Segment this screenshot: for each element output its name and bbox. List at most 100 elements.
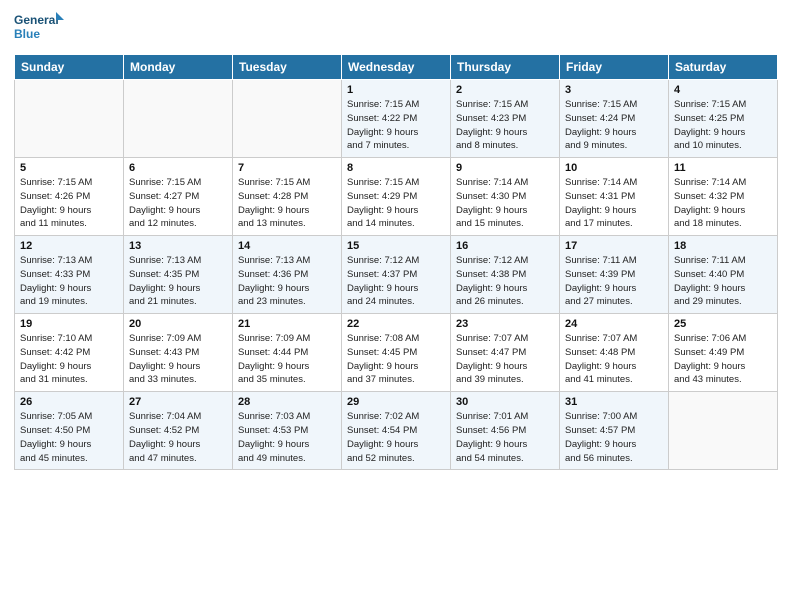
day-info: Sunrise: 7:11 AM Sunset: 4:39 PM Dayligh… (565, 254, 663, 309)
calendar-cell: 20 Sunrise: 7:09 AM Sunset: 4:43 PM Dayli… (124, 314, 233, 392)
day-info: Sunrise: 7:10 AM Sunset: 4:42 PM Dayligh… (20, 332, 118, 387)
logo: General Blue (14, 10, 64, 46)
day-info: Sunrise: 7:05 AM Sunset: 4:50 PM Dayligh… (20, 410, 118, 465)
weekday-header: Saturday (669, 55, 778, 80)
day-number: 2 (456, 84, 554, 96)
day-info: Sunrise: 7:06 AM Sunset: 4:49 PM Dayligh… (674, 332, 772, 387)
calendar-cell: 17 Sunrise: 7:11 AM Sunset: 4:39 PM Dayli… (560, 236, 669, 314)
calendar-cell: 24 Sunrise: 7:07 AM Sunset: 4:48 PM Dayli… (560, 314, 669, 392)
day-number: 23 (456, 318, 554, 330)
day-number: 20 (129, 318, 227, 330)
calendar-cell: 21 Sunrise: 7:09 AM Sunset: 4:44 PM Dayli… (233, 314, 342, 392)
day-info: Sunrise: 7:09 AM Sunset: 4:44 PM Dayligh… (238, 332, 336, 387)
calendar-cell: 3Sunrise: 7:15 AM Sunset: 4:24 PM Daylig… (560, 80, 669, 158)
day-number: 16 (456, 240, 554, 252)
day-info: Sunrise: 7:02 AM Sunset: 4:54 PM Dayligh… (347, 410, 445, 465)
calendar-cell: 9 Sunrise: 7:14 AM Sunset: 4:30 PM Daylig… (451, 158, 560, 236)
day-info: Sunrise: 7:15 AM Sunset: 4:25 PM Dayligh… (674, 98, 772, 153)
calendar-cell: 14Sunrise: 7:13 AM Sunset: 4:36 PM Dayli… (233, 236, 342, 314)
calendar-cell: 23 Sunrise: 7:07 AM Sunset: 4:47 PM Dayli… (451, 314, 560, 392)
calendar-cell: 4Sunrise: 7:15 AM Sunset: 4:25 PM Daylig… (669, 80, 778, 158)
day-number: 11 (674, 162, 772, 174)
day-number: 18 (674, 240, 772, 252)
calendar-cell: 19 Sunrise: 7:10 AM Sunset: 4:42 PM Dayli… (15, 314, 124, 392)
calendar-cell: 16 Sunrise: 7:12 AM Sunset: 4:38 PM Dayli… (451, 236, 560, 314)
calendar-week-row: 12 Sunrise: 7:13 AM Sunset: 4:33 PM Dayli… (15, 236, 778, 314)
day-number: 14 (238, 240, 336, 252)
day-number: 24 (565, 318, 663, 330)
calendar-cell: 1 Sunrise: 7:15 AM Sunset: 4:22 PM Daylig… (342, 80, 451, 158)
calendar-cell: 18 Sunrise: 7:11 AM Sunset: 4:40 PM Dayli… (669, 236, 778, 314)
calendar-week-row: 1 Sunrise: 7:15 AM Sunset: 4:22 PM Daylig… (15, 80, 778, 158)
calendar-week-row: 19 Sunrise: 7:10 AM Sunset: 4:42 PM Dayli… (15, 314, 778, 392)
day-number: 28 (238, 396, 336, 408)
day-number: 1 (347, 84, 445, 96)
weekday-header: Tuesday (233, 55, 342, 80)
day-info: Sunrise: 7:15 AM Sunset: 4:23 PM Dayligh… (456, 98, 554, 153)
day-info: Sunrise: 7:09 AM Sunset: 4:43 PM Dayligh… (129, 332, 227, 387)
day-info: Sunrise: 7:13 AM Sunset: 4:35 PM Dayligh… (129, 254, 227, 309)
weekday-header: Thursday (451, 55, 560, 80)
calendar-cell (669, 392, 778, 470)
calendar-cell: 6Sunrise: 7:15 AM Sunset: 4:27 PM Daylig… (124, 158, 233, 236)
calendar-cell (233, 80, 342, 158)
day-number: 15 (347, 240, 445, 252)
calendar-week-row: 26Sunrise: 7:05 AM Sunset: 4:50 PM Dayli… (15, 392, 778, 470)
calendar-cell: 10 Sunrise: 7:14 AM Sunset: 4:31 PM Dayli… (560, 158, 669, 236)
day-number: 7 (238, 162, 336, 174)
calendar-cell: 2 Sunrise: 7:15 AM Sunset: 4:23 PM Daylig… (451, 80, 560, 158)
weekday-header: Friday (560, 55, 669, 80)
day-info: Sunrise: 7:12 AM Sunset: 4:38 PM Dayligh… (456, 254, 554, 309)
day-number: 13 (129, 240, 227, 252)
day-number: 6 (129, 162, 227, 174)
day-number: 27 (129, 396, 227, 408)
day-number: 17 (565, 240, 663, 252)
day-number: 10 (565, 162, 663, 174)
day-info: Sunrise: 7:00 AM Sunset: 4:57 PM Dayligh… (565, 410, 663, 465)
day-number: 12 (20, 240, 118, 252)
calendar-cell: 5 Sunrise: 7:15 AM Sunset: 4:26 PM Daylig… (15, 158, 124, 236)
calendar-cell: 26Sunrise: 7:05 AM Sunset: 4:50 PM Dayli… (15, 392, 124, 470)
day-number: 22 (347, 318, 445, 330)
logo-svg: General Blue (14, 10, 64, 46)
day-info: Sunrise: 7:15 AM Sunset: 4:22 PM Dayligh… (347, 98, 445, 153)
day-number: 30 (456, 396, 554, 408)
calendar-week-row: 5 Sunrise: 7:15 AM Sunset: 4:26 PM Daylig… (15, 158, 778, 236)
day-info: Sunrise: 7:15 AM Sunset: 4:28 PM Dayligh… (238, 176, 336, 231)
day-info: Sunrise: 7:07 AM Sunset: 4:47 PM Dayligh… (456, 332, 554, 387)
day-number: 3 (565, 84, 663, 96)
day-info: Sunrise: 7:04 AM Sunset: 4:52 PM Dayligh… (129, 410, 227, 465)
calendar-cell (15, 80, 124, 158)
day-info: Sunrise: 7:14 AM Sunset: 4:31 PM Dayligh… (565, 176, 663, 231)
day-info: Sunrise: 7:08 AM Sunset: 4:45 PM Dayligh… (347, 332, 445, 387)
calendar-cell: 8Sunrise: 7:15 AM Sunset: 4:29 PM Daylig… (342, 158, 451, 236)
day-number: 5 (20, 162, 118, 174)
calendar-cell: 12 Sunrise: 7:13 AM Sunset: 4:33 PM Dayli… (15, 236, 124, 314)
day-number: 9 (456, 162, 554, 174)
day-number: 31 (565, 396, 663, 408)
day-number: 19 (20, 318, 118, 330)
calendar-cell: 11Sunrise: 7:14 AM Sunset: 4:32 PM Dayli… (669, 158, 778, 236)
calendar-cell: 31 Sunrise: 7:00 AM Sunset: 4:57 PM Dayli… (560, 392, 669, 470)
day-number: 25 (674, 318, 772, 330)
weekday-header: Wednesday (342, 55, 451, 80)
calendar-cell: 13 Sunrise: 7:13 AM Sunset: 4:35 PM Dayli… (124, 236, 233, 314)
calendar-cell: 29Sunrise: 7:02 AM Sunset: 4:54 PM Dayli… (342, 392, 451, 470)
day-info: Sunrise: 7:07 AM Sunset: 4:48 PM Dayligh… (565, 332, 663, 387)
calendar-header-row: SundayMondayTuesdayWednesdayThursdayFrid… (15, 55, 778, 80)
weekday-header: Sunday (15, 55, 124, 80)
day-info: Sunrise: 7:14 AM Sunset: 4:30 PM Dayligh… (456, 176, 554, 231)
calendar-cell (124, 80, 233, 158)
calendar-cell: 22 Sunrise: 7:08 AM Sunset: 4:45 PM Dayli… (342, 314, 451, 392)
calendar-cell: 15Sunrise: 7:12 AM Sunset: 4:37 PM Dayli… (342, 236, 451, 314)
day-info: Sunrise: 7:01 AM Sunset: 4:56 PM Dayligh… (456, 410, 554, 465)
day-info: Sunrise: 7:13 AM Sunset: 4:33 PM Dayligh… (20, 254, 118, 309)
calendar-cell: 28Sunrise: 7:03 AM Sunset: 4:53 PM Dayli… (233, 392, 342, 470)
day-number: 21 (238, 318, 336, 330)
calendar-cell: 25 Sunrise: 7:06 AM Sunset: 4:49 PM Dayli… (669, 314, 778, 392)
svg-text:General: General (14, 13, 59, 27)
calendar-cell: 27 Sunrise: 7:04 AM Sunset: 4:52 PM Dayli… (124, 392, 233, 470)
weekday-header: Monday (124, 55, 233, 80)
day-info: Sunrise: 7:11 AM Sunset: 4:40 PM Dayligh… (674, 254, 772, 309)
day-info: Sunrise: 7:15 AM Sunset: 4:26 PM Dayligh… (20, 176, 118, 231)
